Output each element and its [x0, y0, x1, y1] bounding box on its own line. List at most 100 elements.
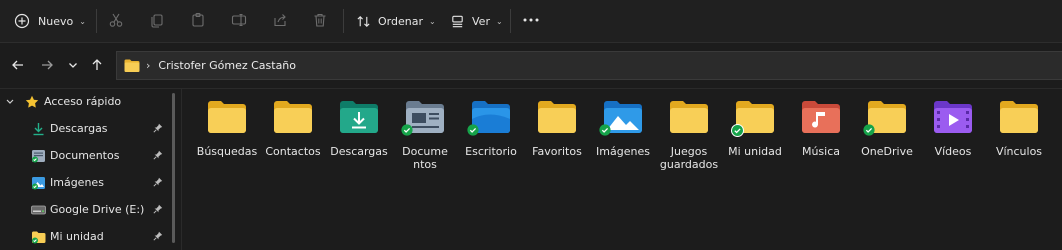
pin-icon[interactable] — [153, 150, 163, 163]
cut-icon — [108, 12, 124, 31]
folder-label: Vínculos — [995, 145, 1043, 158]
folder-label: Imágenes — [596, 145, 650, 158]
sidebar-item-label: Mi unidad — [50, 230, 104, 243]
folder-sync-icon — [31, 230, 46, 244]
breadcrumb-location[interactable]: Cristofer Gómez Castaño — [158, 59, 296, 72]
synced-check-icon — [863, 124, 875, 136]
new-icon — [14, 13, 30, 29]
sidebar-item-label: Imágenes — [50, 176, 104, 189]
arrow-left-icon — [11, 58, 25, 75]
folder-item[interactable]: Escritorio — [458, 97, 524, 177]
folder-label: Descargas — [330, 145, 388, 158]
more-icon — [522, 12, 540, 31]
navigation-bar: › Cristofer Gómez Castaño — [0, 43, 1062, 88]
folder-item[interactable]: Juegos guardados — [656, 97, 722, 177]
download-folder-icon — [32, 122, 45, 136]
sidebar-item-documents[interactable]: Documentos — [0, 143, 172, 169]
chevron-down-icon: ⌄ — [428, 16, 436, 26]
chevron-down-icon: ⌄ — [495, 16, 503, 26]
synced-check-icon — [599, 124, 611, 136]
folder-icon — [670, 101, 708, 133]
forward-button[interactable] — [36, 55, 58, 77]
folder-label: Escritorio — [465, 145, 517, 158]
folder-label: Búsquedas — [196, 145, 258, 158]
folder-icon — [538, 101, 576, 133]
sidebar-item-google-drive[interactable]: Google Drive (E:) — [0, 197, 172, 223]
folder-item[interactable]: Mi unidad — [722, 97, 788, 177]
drive-icon — [31, 205, 46, 215]
more-options-button[interactable] — [522, 7, 540, 35]
recent-locations-button[interactable] — [62, 55, 84, 77]
folder-item[interactable]: Descargas — [326, 97, 392, 177]
videos-folder-icon — [934, 101, 972, 133]
folder-icon — [274, 101, 312, 133]
folder-label: Mi unidad — [728, 145, 782, 158]
pin-icon[interactable] — [153, 204, 163, 217]
new-label: Nuevo — [38, 14, 74, 28]
share-button[interactable] — [272, 7, 288, 35]
copy-button[interactable] — [149, 7, 165, 35]
documents-folder-icon — [31, 149, 46, 163]
music-folder-icon — [802, 101, 840, 133]
folder-item[interactable]: OneDrive — [854, 97, 920, 177]
sidebar-item-quick-access[interactable]: Acceso rápido — [0, 89, 172, 115]
folder-item[interactable]: Vídeos — [920, 97, 986, 177]
rename-button[interactable] — [231, 7, 247, 35]
folder-item[interactable]: Contactos — [260, 97, 326, 177]
pictures-folder-icon — [31, 176, 46, 190]
downloads-folder-icon — [340, 101, 378, 133]
folder-item[interactable]: Búsquedas — [194, 97, 260, 177]
share-icon — [272, 12, 288, 31]
synced-check-icon — [467, 124, 479, 136]
file-list: Búsquedas Contactos Descargas Documentos… — [182, 89, 1062, 250]
sidebar-item-pictures[interactable]: Imágenes — [0, 170, 172, 196]
folder-item[interactable]: Favoritos — [524, 97, 590, 177]
sort-button[interactable]: Ordenar ⌄ — [356, 7, 436, 35]
paste-icon — [190, 12, 206, 31]
synced-check-icon — [401, 124, 413, 136]
sidebar-item-label: Acceso rápido — [44, 95, 122, 108]
new-button[interactable]: Nuevo ⌄ — [14, 7, 86, 35]
pin-icon[interactable] — [153, 231, 163, 244]
paste-button[interactable] — [190, 7, 206, 35]
folder-item[interactable]: Música — [788, 97, 854, 177]
command-bar: Nuevo ⌄ Ordenar ⌄ Ver ⌄ — [0, 0, 1062, 42]
always-available-icon — [731, 124, 744, 137]
sort-label: Ordenar — [378, 14, 423, 28]
folder-item[interactable]: Documentos — [392, 97, 458, 177]
sidebar-item-label: Google Drive (E:) — [50, 203, 145, 216]
view-button[interactable]: Ver ⌄ — [450, 7, 503, 35]
sidebar-scrollbar[interactable] — [172, 93, 175, 243]
expand-chevron-icon — [6, 98, 14, 106]
toolbar-divider — [343, 9, 344, 33]
folder-item[interactable]: Imágenes — [590, 97, 656, 177]
view-icon — [450, 14, 465, 29]
back-button[interactable] — [7, 55, 29, 77]
arrow-right-icon — [40, 58, 54, 75]
folder-label: Favoritos — [532, 145, 582, 158]
chevron-down-icon — [67, 59, 79, 74]
folder-item[interactable]: Vínculos — [986, 97, 1052, 177]
delete-icon — [312, 12, 328, 31]
folder-label: Contactos — [265, 145, 321, 158]
address-bar[interactable]: › Cristofer Gómez Castaño — [116, 51, 1062, 80]
up-button[interactable] — [86, 55, 108, 77]
navigation-pane: Acceso rápido Descargas Documentos Imáge… — [0, 89, 175, 250]
star-icon — [25, 95, 39, 109]
pin-icon[interactable] — [153, 123, 163, 136]
sidebar-item-downloads[interactable]: Descargas — [0, 116, 172, 142]
folder-label: Vídeos — [934, 145, 972, 158]
rename-icon — [231, 12, 247, 31]
sidebar-item-label: Documentos — [50, 149, 120, 162]
sidebar-item-my-drive[interactable]: Mi unidad — [0, 224, 172, 250]
arrow-up-icon — [90, 58, 104, 75]
sidebar-item-label: Descargas — [50, 122, 108, 135]
cut-button[interactable] — [108, 7, 124, 35]
toolbar-divider — [510, 9, 511, 33]
folder-label: Juegos guardados — [659, 145, 719, 171]
delete-button[interactable] — [312, 7, 328, 35]
sort-icon — [356, 14, 371, 29]
copy-icon — [149, 12, 165, 31]
pin-icon[interactable] — [153, 177, 163, 190]
folder-label: Documentos — [402, 145, 448, 171]
